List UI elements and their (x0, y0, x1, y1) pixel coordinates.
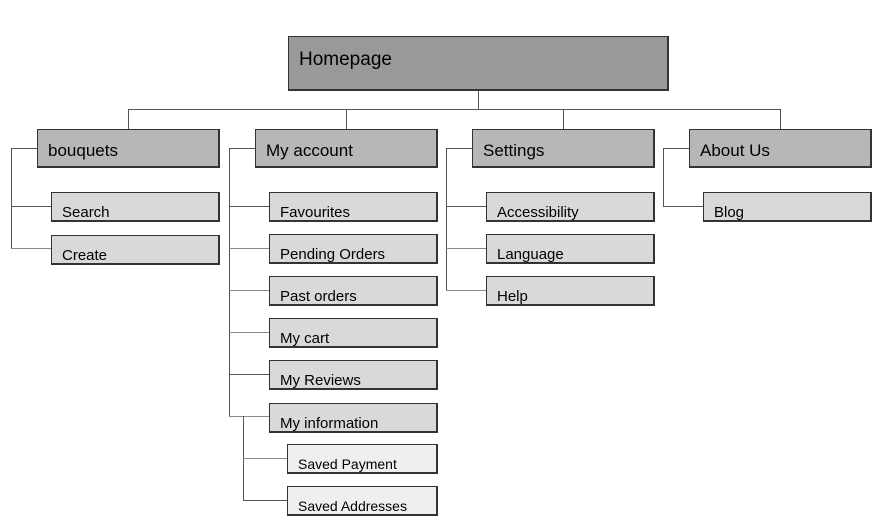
connector-settings-spine (446, 148, 447, 291)
node-favourites: Favourites (269, 192, 438, 222)
connector-pending-orders (229, 248, 269, 249)
node-my-account: My account (255, 129, 438, 168)
node-pending-orders: Pending Orders (269, 234, 438, 264)
connector-about-us-spine (663, 148, 664, 207)
connector-search (11, 206, 51, 207)
connector-bouquets-spine (11, 148, 12, 249)
node-bouquets: bouquets (37, 129, 220, 168)
node-about-us: About Us (689, 129, 872, 168)
connector-language (446, 248, 486, 249)
node-my-cart: My cart (269, 318, 438, 348)
node-saved-payment: Saved Payment (287, 444, 438, 474)
connector-help (446, 290, 486, 291)
connector-my-account-drop (346, 109, 347, 129)
node-homepage: Homepage (288, 36, 669, 91)
connector-saved-payment (243, 458, 287, 459)
connector-about-us-stub (663, 148, 689, 149)
connector-saved-addresses (243, 500, 287, 501)
node-saved-addresses: Saved Addresses (287, 486, 438, 516)
node-blog: Blog (703, 192, 872, 222)
connector-my-account-stub (229, 148, 255, 149)
node-language: Language (486, 234, 655, 264)
connector-settings-stub (446, 148, 472, 149)
node-create: Create (51, 235, 220, 265)
node-search: Search (51, 192, 220, 222)
connector-sections-bus (128, 109, 781, 110)
connector-about-us-drop (780, 109, 781, 129)
connector-my-account-spine (229, 148, 230, 417)
connector-past-orders (229, 290, 269, 291)
connector-favourites (229, 206, 269, 207)
connector-bouquets-stub (11, 148, 37, 149)
node-past-orders: Past orders (269, 276, 438, 306)
connector-my-information (229, 416, 269, 417)
node-settings: Settings (472, 129, 655, 168)
connector-blog (663, 206, 703, 207)
node-accessibility: Accessibility (486, 192, 655, 222)
connector-my-reviews (229, 374, 269, 375)
node-my-reviews: My Reviews (269, 360, 438, 390)
connector-root-down (478, 90, 479, 109)
node-help: Help (486, 276, 655, 306)
node-my-information: My information (269, 403, 438, 433)
connector-my-cart (229, 332, 269, 333)
connector-settings-drop (563, 109, 564, 129)
connector-bouquets-drop (128, 109, 129, 129)
connector-create (11, 248, 51, 249)
connector-accessibility (446, 206, 486, 207)
